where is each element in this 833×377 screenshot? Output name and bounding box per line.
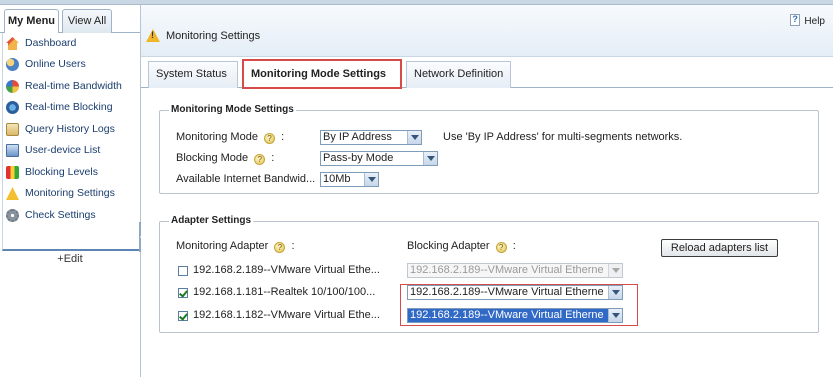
help-question-icon[interactable]: ? bbox=[495, 242, 507, 253]
tab-view-all[interactable]: View All bbox=[62, 9, 112, 33]
tab-monitoring-mode-settings[interactable]: Monitoring Mode Settings bbox=[242, 59, 402, 89]
bandwidth-pie-icon bbox=[6, 80, 19, 93]
levels-icon bbox=[6, 166, 19, 179]
help-question-icon[interactable]: ? bbox=[254, 154, 266, 165]
monitoring-adapter-name: 192.168.1.182--VMware Virtual Ethe... bbox=[193, 309, 380, 321]
colon: : bbox=[271, 152, 275, 164]
page-header: Monitoring Settings Help bbox=[141, 5, 833, 57]
adapter-checkbox[interactable] bbox=[178, 266, 188, 276]
monitoring-mode-fieldset: Monitoring Mode Settings Monitoring Mode… bbox=[159, 104, 819, 194]
help-link[interactable]: Help bbox=[790, 14, 825, 27]
sidebar-item-online-users[interactable]: Online Users bbox=[3, 54, 140, 75]
blocking-adapter-label: Blocking Adapter ? : bbox=[407, 240, 516, 253]
chevron-down-icon bbox=[364, 173, 378, 186]
fieldset-legend: Adapter Settings bbox=[169, 215, 254, 226]
adapter-checkbox[interactable] bbox=[178, 311, 188, 321]
monitoring-mode-select[interactable]: By IP Address bbox=[320, 130, 422, 145]
chevron-down-icon bbox=[423, 152, 437, 165]
monitoring-mode-label-text: Monitoring Mode bbox=[176, 131, 258, 143]
monitoring-mode-label: Monitoring Mode ? : bbox=[176, 131, 284, 144]
history-logs-icon bbox=[6, 123, 19, 136]
blocking-globe-icon bbox=[6, 101, 19, 114]
sidebar-item-user-device-list[interactable]: User-device List bbox=[3, 140, 140, 161]
page-title: Monitoring Settings bbox=[166, 30, 261, 42]
colon: : bbox=[512, 240, 516, 252]
tab-my-menu[interactable]: My Menu bbox=[4, 9, 59, 34]
help-question-icon[interactable]: ? bbox=[264, 133, 275, 144]
warning-icon bbox=[6, 187, 19, 200]
blocking-adapter-value: 192.168.2.189--VMware Virtual Etherne bbox=[410, 309, 604, 321]
sidebar-item-realtime-blocking[interactable]: Real-time Blocking bbox=[3, 97, 140, 118]
monitoring-adapter-label-text: Monitoring Adapter bbox=[176, 240, 269, 252]
sidebar-item-check-settings[interactable]: Check Settings bbox=[3, 205, 140, 226]
sidebar-item-query-history-logs[interactable]: Query History Logs bbox=[3, 119, 140, 140]
sidebar-menu: Dashboard Online Users Real-time Bandwid… bbox=[2, 33, 139, 251]
help-document-icon bbox=[790, 14, 801, 26]
monitoring-mode-value: By IP Address bbox=[323, 131, 392, 143]
sidebar-item-label: Query History Logs bbox=[25, 123, 115, 135]
sidebar-item-label: Real-time Blocking bbox=[25, 101, 113, 113]
users-icon bbox=[6, 58, 19, 71]
gear-icon bbox=[6, 209, 19, 222]
help-label: Help bbox=[804, 16, 825, 27]
blocking-adapter-select[interactable]: 192.168.2.189--VMware Virtual Etherne bbox=[407, 263, 623, 278]
warning-icon bbox=[146, 29, 160, 42]
blocking-adapter-select[interactable]: 192.168.2.189--VMware Virtual Etherne bbox=[407, 285, 623, 300]
blocking-adapter-value: 192.168.2.189--VMware Virtual Etherne bbox=[410, 286, 604, 298]
adapter-settings-fieldset: Adapter Settings Monitoring Adapter ? : … bbox=[159, 215, 819, 333]
bandwidth-value: 10Mb bbox=[323, 173, 351, 185]
sidebar-item-realtime-bandwidth[interactable]: Real-time Bandwidth bbox=[3, 76, 140, 97]
sidebar-item-label: Online Users bbox=[25, 58, 86, 70]
monitoring-adapter-name: 192.168.1.181--Realtek 10/100/100... bbox=[193, 286, 376, 298]
sidebar-item-label: User-device List bbox=[25, 144, 101, 156]
blocking-adapter-label-text: Blocking Adapter bbox=[407, 240, 490, 252]
device-list-icon bbox=[6, 144, 19, 157]
colon: : bbox=[281, 131, 285, 143]
monitoring-adapter-label: Monitoring Adapter ? : bbox=[176, 240, 295, 253]
fieldset-legend: Monitoring Mode Settings bbox=[169, 104, 296, 115]
sidebar-item-monitoring-settings[interactable]: Monitoring Settings bbox=[3, 183, 140, 204]
settings-tabs: System Status Monitoring Mode Settings N… bbox=[141, 57, 833, 89]
chevron-down-icon bbox=[608, 264, 622, 277]
tab-network-definition[interactable]: Network Definition bbox=[406, 61, 511, 88]
tab-content: Monitoring Mode Settings Monitoring Mode… bbox=[141, 89, 833, 377]
sidebar-item-label: Blocking Levels bbox=[25, 166, 98, 178]
edit-menu-link[interactable]: +Edit bbox=[40, 253, 100, 265]
blocking-adapter-select[interactable]: 192.168.2.189--VMware Virtual Etherne bbox=[407, 308, 623, 323]
sidebar-item-label: Real-time Bandwidth bbox=[25, 80, 122, 92]
bandwidth-select[interactable]: 10Mb bbox=[320, 172, 379, 187]
blocking-mode-label-text: Blocking Mode bbox=[176, 152, 249, 164]
blocking-mode-select[interactable]: Pass-by Mode bbox=[320, 151, 438, 166]
reload-adapters-button[interactable]: Reload adapters list bbox=[661, 239, 778, 257]
blocking-mode-value: Pass-by Mode bbox=[323, 152, 394, 164]
chevron-down-icon bbox=[407, 131, 421, 144]
adapter-checkbox[interactable] bbox=[178, 288, 188, 298]
blocking-adapter-value: 192.168.2.189--VMware Virtual Etherne bbox=[410, 264, 604, 276]
sidebar-tab-row: My Menu View All bbox=[0, 5, 140, 34]
monitoring-adapter-name: 192.168.2.189--VMware Virtual Ethe... bbox=[193, 264, 380, 276]
colon: : bbox=[291, 240, 295, 252]
chevron-down-icon bbox=[608, 309, 622, 322]
blocking-mode-label: Blocking Mode ? : bbox=[176, 152, 274, 165]
tab-system-status[interactable]: System Status bbox=[148, 61, 238, 88]
bandwidth-label: Available Internet Bandwid... bbox=[176, 173, 316, 185]
sidebar-item-label: Dashboard bbox=[25, 37, 77, 49]
sidebar-item-label: Monitoring Settings bbox=[25, 187, 115, 199]
sidebar-item-label: Check Settings bbox=[25, 209, 96, 221]
monitoring-mode-hint: Use 'By IP Address' for multi-segments n… bbox=[443, 131, 683, 143]
help-question-icon[interactable]: ? bbox=[274, 242, 286, 253]
sidebar-item-blocking-levels[interactable]: Blocking Levels bbox=[3, 162, 140, 183]
chevron-down-icon bbox=[608, 286, 622, 299]
sidebar-item-dashboard[interactable]: Dashboard bbox=[3, 33, 140, 54]
house-icon bbox=[6, 37, 19, 50]
